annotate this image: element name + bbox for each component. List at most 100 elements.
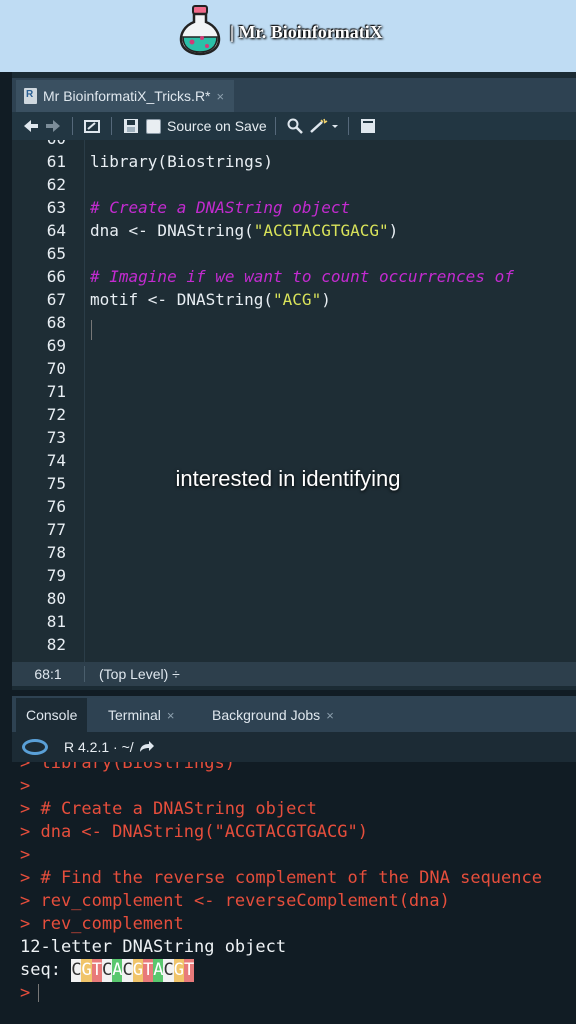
- tab-terminal[interactable]: Terminal ×: [98, 698, 185, 732]
- code-text: motif <- DNAString(: [90, 290, 274, 309]
- go-to-directory-arrow-icon[interactable]: [138, 740, 156, 754]
- nucleotide-base: T: [183, 959, 195, 982]
- brand-name: | Mr. BioinformatiX: [230, 22, 383, 42]
- compile-report-icon[interactable]: [357, 114, 379, 138]
- line-number: 80: [46, 589, 66, 608]
- source-on-save-toggle[interactable]: Source on Save: [146, 114, 267, 138]
- nucleotide-base: C: [101, 959, 113, 982]
- tab-console[interactable]: Console: [16, 698, 88, 732]
- video-caption: interested in identifying: [175, 466, 401, 491]
- code-string: "ACG": [273, 290, 322, 309]
- brand-banner: | Mr. BioinformatiX: [0, 0, 576, 72]
- cursor-position: 68:1: [12, 666, 85, 682]
- code-text: library(Biostrings): [90, 152, 274, 171]
- line-number-gutter: 6061626364656667686970717273747576777879…: [12, 140, 85, 662]
- code-text: ): [321, 290, 331, 309]
- console-header: R 4.2.1 · ~/: [12, 732, 576, 762]
- nucleotide-base: C: [122, 959, 133, 982]
- code-line: motif <- DNAString("ACG"): [90, 289, 331, 311]
- show-in-window-icon[interactable]: [81, 114, 103, 138]
- line-number: 72: [46, 405, 66, 424]
- text-cursor: [91, 320, 92, 340]
- console-input-line: > # Find the reverse complement of the D…: [20, 868, 542, 888]
- source-editor-pane: Mr BioinformatiX_Tricks.R* × Source on S…: [12, 72, 576, 690]
- r-version-path: R 4.2.1 · ~/: [64, 739, 134, 755]
- code-editor[interactable]: 6061626364656667686970717273747576777879…: [12, 140, 576, 662]
- console-cursor: [38, 984, 40, 1002]
- code-comment: # Create a DNAString object: [90, 198, 351, 217]
- nucleotide-base: A: [112, 959, 123, 982]
- editor-toolbar: Source on Save: [12, 112, 576, 140]
- seq-label: seq:: [20, 960, 72, 980]
- console-tabstrip: Console Terminal × Background Jobs ×: [12, 696, 576, 732]
- code-line: library(Biostrings): [90, 151, 273, 173]
- nucleotide-base: C: [71, 959, 82, 982]
- line-number: 73: [46, 428, 66, 447]
- console-prompt[interactable]: >: [20, 982, 40, 1005]
- console-input-line: > rev_complement <- reverseComplement(dn…: [20, 891, 450, 911]
- line-number: 71: [46, 382, 66, 401]
- code-line: dna <- DNAString("ACGTACGTGACG"): [90, 220, 398, 242]
- nucleotide-base: G: [132, 959, 143, 982]
- console-input-line: > library(Biostrings): [20, 762, 235, 773]
- line-number: 70: [46, 359, 66, 378]
- dna-sequence: CGTCACGTACGT: [71, 959, 195, 982]
- close-tab-icon[interactable]: ×: [217, 89, 225, 104]
- r-logo-icon: [22, 739, 48, 755]
- console-output-line: 12-letter DNAString object: [20, 937, 287, 957]
- code-line: # Imagine if we want to count occurrence…: [90, 266, 514, 288]
- line-number: 63: [46, 198, 66, 217]
- r-file-icon: [24, 88, 37, 104]
- code-string: "ACGTACGTGACG": [253, 221, 389, 240]
- code-text: ): [388, 221, 399, 240]
- line-number: 62: [46, 175, 66, 194]
- console-output[interactable]: > library(Biostrings) > > # Create a DNASt…: [12, 762, 576, 1024]
- line-number: 60: [12, 140, 66, 150]
- file-tab-label: Mr BioinformatiX_Tricks.R*: [43, 88, 211, 104]
- line-number: 76: [46, 497, 66, 516]
- nucleotide-base: C: [163, 959, 174, 982]
- nucleotide-base: A: [153, 959, 164, 982]
- line-number: 64: [46, 221, 66, 240]
- tab-terminal-label: Terminal: [108, 707, 161, 723]
- code-comment: # Imagine if we want to count occurrence…: [90, 267, 514, 286]
- search-icon[interactable]: [284, 114, 306, 138]
- line-number: 77: [46, 520, 66, 539]
- console-pane: Console Terminal × Background Jobs × R 4…: [12, 696, 576, 1024]
- close-terminal-icon[interactable]: ×: [167, 708, 175, 723]
- editor-file-tab[interactable]: Mr BioinformatiX_Tricks.R* ×: [16, 80, 235, 112]
- flask-logo-icon: [179, 5, 221, 56]
- nucleotide-base: T: [142, 959, 154, 982]
- line-number: 79: [46, 566, 66, 585]
- tab-background-jobs[interactable]: Background Jobs ×: [202, 698, 344, 732]
- sequence-output-line: seq: CGTCACGTACGT: [20, 959, 195, 982]
- code-tools-wand-icon[interactable]: [306, 114, 340, 138]
- console-input-line: > dna <- DNAString("ACGTACGTGACG"): [20, 822, 368, 842]
- line-number: 81: [46, 612, 66, 631]
- line-number: 82: [46, 635, 66, 654]
- line-number: 66: [46, 267, 66, 286]
- code-line: # Create a DNAString object: [90, 197, 350, 219]
- line-number: 67: [46, 290, 66, 309]
- nucleotide-base: T: [91, 959, 102, 982]
- line-number: 68: [46, 313, 66, 332]
- console-input-line: > rev_complement: [20, 914, 184, 934]
- console-input-line: >: [20, 845, 31, 865]
- tab-background-jobs-label: Background Jobs: [212, 707, 321, 723]
- close-background-jobs-icon[interactable]: ×: [326, 708, 334, 723]
- editor-status-bar: 68:1 (Top Level) ÷: [12, 662, 576, 686]
- nucleotide-base: G: [81, 959, 92, 982]
- save-icon[interactable]: [120, 114, 142, 138]
- back-arrow-icon[interactable]: [20, 114, 42, 138]
- line-number: 65: [46, 244, 66, 263]
- tab-console-label: Console: [26, 707, 78, 723]
- scope-selector[interactable]: (Top Level) ÷: [99, 666, 180, 682]
- source-on-save-checkbox[interactable]: [146, 118, 161, 134]
- console-input-line: >: [20, 776, 31, 796]
- line-number: 69: [46, 336, 66, 355]
- source-on-save-label: Source on Save: [167, 118, 267, 134]
- line-number: 78: [46, 543, 66, 562]
- code-text: dna <- DNAString(: [90, 221, 254, 240]
- forward-arrow-icon[interactable]: [42, 114, 64, 138]
- editor-tabstrip: Mr BioinformatiX_Tricks.R* ×: [12, 78, 576, 112]
